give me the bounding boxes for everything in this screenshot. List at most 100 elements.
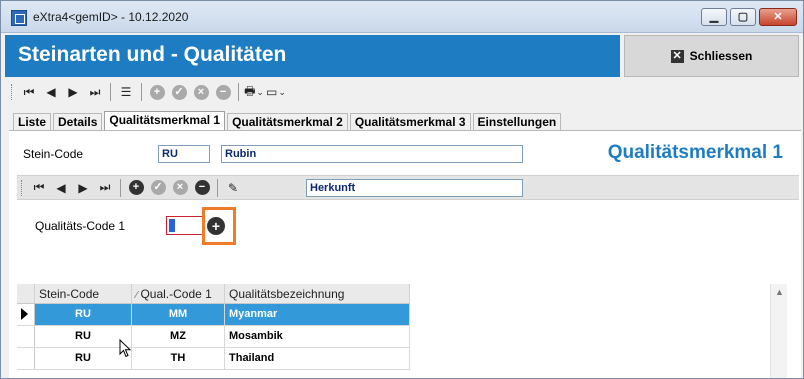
cancel-icon: × [172, 180, 188, 195]
tab-einstellungen[interactable]: Einstellungen [472, 113, 562, 131]
cell-stein-code: RU [35, 326, 132, 347]
section-title: Qualitätsmerkmal 1 [607, 142, 783, 163]
document-icon: ▭ [266, 85, 278, 99]
check-icon: ✓ [171, 84, 187, 100]
confirm-button[interactable]: ✓ [168, 82, 190, 102]
plus-icon: + [149, 84, 165, 100]
cell-qual-code: MZ [132, 326, 225, 347]
schliessen-label: Schliessen [689, 49, 753, 63]
window-title: eXtra4<gemID> - 10.12.2020 [33, 10, 189, 24]
sub-cancel-button[interactable]: × [169, 178, 191, 198]
cell-bezeichnung: Mosambik [225, 326, 410, 347]
tab-bar: Liste Details Qualitätsmerkmal 1 Qualitä… [13, 111, 563, 131]
grid-header: Stein-Code ⁄ Qual.-Code 1 Qualitätsbezei… [17, 284, 410, 304]
sub-toolbar: ⏮ ◀ ▶ ⏭ + ✓ × − ✎ [21, 177, 244, 198]
tab-qualitaetsmerkmal-3[interactable]: Qualitätsmerkmal 3 [349, 113, 471, 131]
toolbar-separator [217, 178, 218, 197]
tab-qualitaetsmerkmal-2[interactable]: Qualitätsmerkmal 2 [227, 113, 348, 131]
table-row[interactable]: RU TH Thailand [17, 348, 410, 370]
first-record-button[interactable]: ⏮ [18, 82, 40, 102]
cancel-button[interactable]: × [190, 82, 212, 102]
list-icon: ☰ [120, 85, 132, 99]
delete-button[interactable]: − [212, 82, 234, 102]
qualitaets-code-label: Qualitäts-Code 1 [35, 219, 126, 233]
row-indicator [17, 304, 35, 325]
title-bar: eXtra4<gemID> - 10.12.2020 ▁ ▢ ✕ [1, 1, 803, 33]
herkunft-field[interactable]: Herkunft [306, 179, 523, 197]
schliessen-button[interactable]: ✕ Schliessen [624, 35, 799, 77]
printer-icon: 🖶 [244, 83, 256, 98]
mouse-cursor-icon [119, 339, 132, 358]
cancel-icon: × [193, 84, 209, 100]
last-record-button[interactable]: ⏭ [84, 82, 106, 102]
sub-next-button[interactable]: ▶ [72, 178, 94, 198]
minus-icon: − [194, 180, 210, 195]
stein-code-field[interactable]: RU [158, 145, 210, 163]
main-toolbar: ⏮ ◀ ▶ ⏭ ☰ + ✓ × − 🖶 ⌄ ▭ ⌄ [11, 81, 287, 103]
check-icon: ✓ [150, 180, 166, 195]
cell-stein-code: RU [35, 304, 132, 325]
first-icon: ⏮ [33, 180, 45, 194]
cell-qual-code: MM [132, 304, 225, 325]
toolbar-separator [110, 83, 111, 101]
row-indicator [17, 326, 35, 347]
maximize-button[interactable]: ▢ [730, 8, 756, 26]
first-icon: ⏮ [23, 84, 35, 99]
text-caret [169, 219, 175, 232]
export-button[interactable]: ▭ ⌄ [265, 82, 287, 102]
stein-code-label: Stein-Code [23, 147, 84, 161]
minimize-icon: ▁ [709, 11, 719, 23]
table-row[interactable]: RU MM Myanmar [17, 304, 410, 326]
page-title: Steinarten und - Qualitäten [18, 43, 287, 66]
minimize-button[interactable]: ▁ [701, 8, 727, 26]
next-icon: ▶ [78, 180, 88, 195]
toolbar-separator [120, 178, 121, 197]
sub-confirm-button[interactable]: ✓ [147, 178, 169, 198]
edit-icon: ✎ [227, 180, 239, 195]
tab-qualitaetsmerkmal-1[interactable]: Qualitätsmerkmal 1 [104, 111, 226, 131]
sub-edit-button[interactable]: ✎ [222, 178, 244, 198]
page-header: Steinarten und - Qualitäten [5, 35, 620, 77]
add-record-button[interactable]: + [146, 82, 168, 102]
row-indicator-header [17, 284, 35, 303]
list-view-button[interactable]: ☰ [115, 82, 137, 102]
close-icon: ✕ [773, 11, 783, 23]
vertical-scrollbar[interactable]: ▲ [770, 284, 787, 378]
next-icon: ▶ [68, 85, 78, 99]
row-indicator [17, 348, 35, 369]
tab-liste[interactable]: Liste [13, 113, 52, 131]
app-window: eXtra4<gemID> - 10.12.2020 ▁ ▢ ✕ Steinar… [0, 0, 804, 379]
column-header-stein-code[interactable]: Stein-Code [35, 284, 132, 303]
scroll-up-icon[interactable]: ▲ [774, 287, 785, 297]
maximize-icon: ▢ [737, 11, 749, 23]
app-icon [11, 10, 27, 26]
chevron-down-icon: ⌄ [256, 86, 264, 97]
add-code-button[interactable]: + [207, 217, 225, 235]
toolbar-grip[interactable] [11, 84, 14, 100]
stein-name-field[interactable]: Rubin [221, 145, 523, 163]
table-row[interactable]: RU MZ Mosambik [17, 326, 410, 348]
sub-prev-button[interactable]: ◀ [50, 178, 72, 198]
prev-icon: ◀ [46, 85, 56, 99]
column-header-bezeichnung[interactable]: Qualitätsbezeichnung [225, 284, 410, 303]
plus-icon: + [128, 180, 144, 195]
next-record-button[interactable]: ▶ [62, 82, 84, 102]
print-button[interactable]: 🖶 ⌄ [243, 82, 265, 102]
close-x-icon: ✕ [670, 49, 684, 63]
sub-add-button[interactable]: + [125, 178, 147, 198]
current-row-arrow-icon [21, 308, 28, 320]
quality-grid: Stein-Code ⁄ Qual.-Code 1 Qualitätsbezei… [17, 284, 410, 370]
cell-qual-code: TH [132, 348, 225, 369]
prev-record-button[interactable]: ◀ [40, 82, 62, 102]
sub-last-button[interactable]: ⏭ [94, 178, 116, 198]
toolbar-grip[interactable] [21, 179, 24, 196]
qualitaets-code-input[interactable] [166, 216, 204, 235]
cell-bezeichnung: Thailand [225, 348, 410, 369]
last-icon: ⏭ [89, 84, 101, 99]
tab-details[interactable]: Details [53, 113, 103, 131]
sub-delete-button[interactable]: − [191, 178, 213, 198]
window-close-button[interactable]: ✕ [759, 8, 797, 26]
column-header-qual-code[interactable]: ⁄ Qual.-Code 1 [132, 284, 225, 303]
prev-icon: ◀ [56, 180, 66, 195]
sub-first-button[interactable]: ⏮ [28, 178, 50, 198]
